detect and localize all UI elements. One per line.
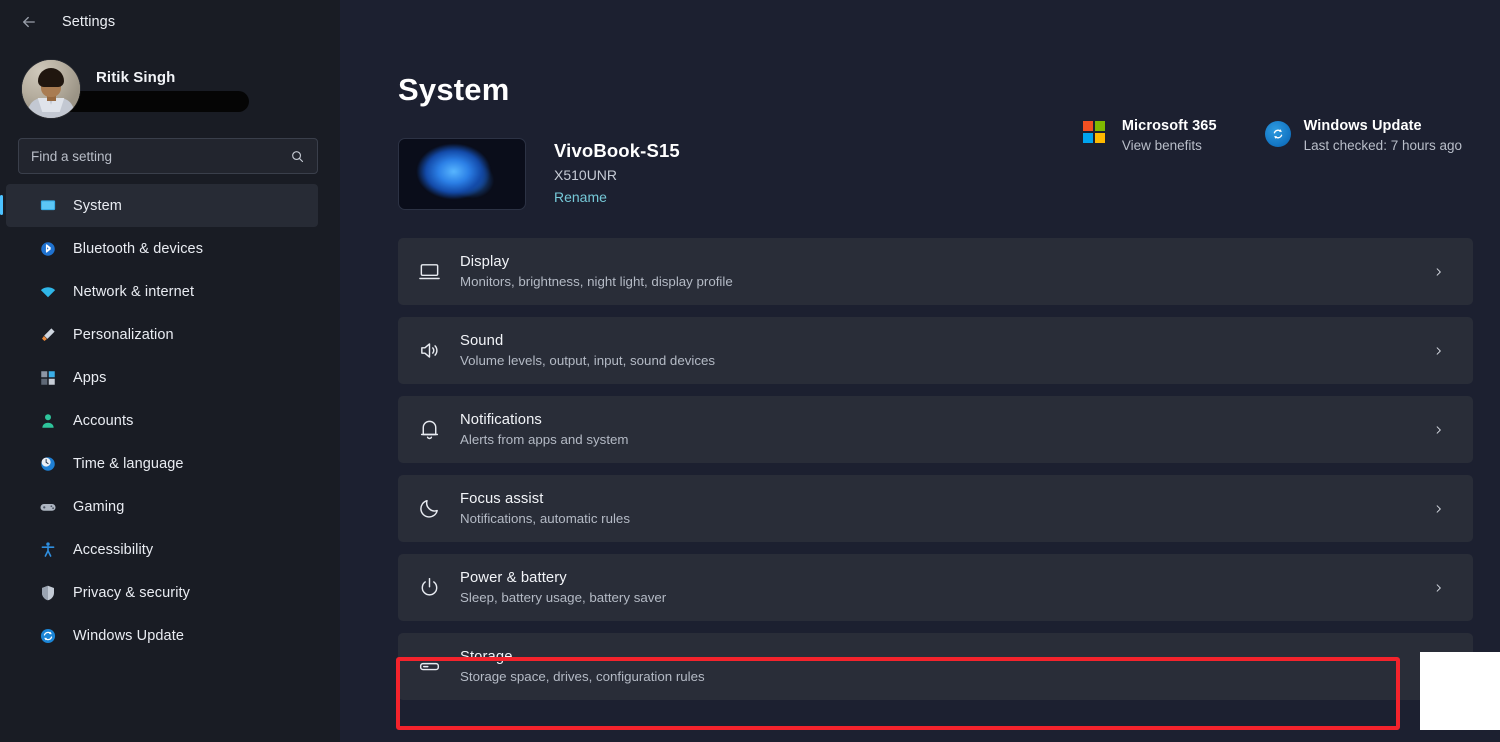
sidebar-item-label: Accessibility <box>73 541 154 558</box>
device-name: VivoBook-S15 <box>554 140 680 161</box>
chevron-right-icon <box>1425 344 1451 358</box>
widget-title: Windows Update <box>1303 118 1422 134</box>
rename-link[interactable]: Rename <box>554 189 680 205</box>
moon-icon <box>398 497 460 520</box>
gamepad-icon <box>38 497 58 517</box>
bell-icon <box>398 418 460 441</box>
widget-subtitle: Last checked: 7 hours ago <box>1303 138 1462 153</box>
accessibility-icon <box>38 540 58 560</box>
row-title: Storage <box>460 649 513 665</box>
row-title: Power & battery <box>460 570 567 586</box>
search-icon[interactable] <box>290 149 305 164</box>
row-subtitle: Monitors, brightness, night light, displ… <box>460 274 733 289</box>
settings-row-sound[interactable]: Sound Volume levels, output, input, soun… <box>398 317 1473 384</box>
sidebar-item-gaming[interactable]: Gaming <box>6 485 318 528</box>
sidebar-item-network-internet[interactable]: Network & internet <box>6 270 318 313</box>
sidebar-item-privacy-security[interactable]: Privacy & security <box>6 571 318 614</box>
sidebar-item-label: Personalization <box>73 326 174 343</box>
settings-row-notifications[interactable]: Notifications Alerts from apps and syste… <box>398 396 1473 463</box>
sidebar-item-label: Apps <box>73 369 107 386</box>
back-arrow-icon[interactable] <box>18 11 40 33</box>
settings-row-power-battery[interactable]: Power & battery Sleep, battery usage, ba… <box>398 554 1473 621</box>
widget-subtitle[interactable]: View benefits <box>1122 138 1217 153</box>
row-subtitle: Volume levels, output, input, sound devi… <box>460 353 716 368</box>
sidebar-item-label: Windows Update <box>73 627 185 644</box>
sync-icon <box>1264 121 1291 147</box>
sidebar-item-time-language[interactable]: Time & language <box>6 442 318 485</box>
chevron-right-icon <box>1425 581 1451 595</box>
sidebar-item-accounts[interactable]: Accounts <box>6 399 318 442</box>
monitor-icon <box>38 196 58 216</box>
windows-update-widget[interactable]: Windows Update Last checked: 7 hours ago <box>1264 118 1462 153</box>
sidebar: Settings Ritik Singh Find a setting Syst… <box>0 0 340 742</box>
apps-grid-icon <box>38 368 58 388</box>
sync-icon <box>38 626 58 646</box>
settings-row-focus-assist[interactable]: Focus assist Notifications, automatic ru… <box>398 475 1473 542</box>
row-subtitle: Sleep, battery usage, battery saver <box>460 590 667 605</box>
row-subtitle: Notifications, automatic rules <box>460 511 630 526</box>
sidebar-item-personalization[interactable]: Personalization <box>6 313 318 356</box>
widget-title: Microsoft 365 <box>1121 118 1217 134</box>
sidebar-item-windows-update[interactable]: Windows Update <box>6 614 318 657</box>
chevron-right-icon <box>1425 265 1451 279</box>
sidebar-item-system[interactable]: System <box>0 184 318 227</box>
sidebar-item-label: System <box>73 197 122 214</box>
bluetooth-icon <box>38 239 58 259</box>
wifi-icon <box>38 282 58 302</box>
power-icon <box>398 576 460 599</box>
row-title: Notifications <box>460 412 542 428</box>
person-icon <box>38 411 58 431</box>
search-input[interactable] <box>31 148 290 164</box>
sidebar-item-accessibility[interactable]: Accessibility <box>6 528 318 571</box>
settings-window: Settings Ritik Singh Find a setting Syst… <box>0 0 1500 742</box>
settings-rows: Display Monitors, brightness, night ligh… <box>340 238 1500 700</box>
settings-row-storage[interactable]: Storage Storage space, drives, configura… <box>398 633 1473 700</box>
row-subtitle: Storage space, drives, configuration rul… <box>460 669 705 684</box>
microsoft-365-widget[interactable]: Microsoft 365 View benefits <box>1082 118 1217 153</box>
shield-icon <box>38 583 58 603</box>
status-widgets: Microsoft 365 View benefits Windows Upda… <box>1082 118 1462 153</box>
row-title: Sound <box>460 333 504 349</box>
page-title: System <box>398 72 510 107</box>
account-card[interactable]: Ritik Singh <box>0 44 340 122</box>
chevron-right-icon <box>1425 423 1451 437</box>
sidebar-item-label: Time & language <box>73 455 184 472</box>
row-subtitle: Alerts from apps and system <box>460 432 629 447</box>
chevron-right-icon <box>1425 502 1451 516</box>
search-container <box>0 122 340 174</box>
avatar <box>22 60 80 118</box>
device-model: X510UNR <box>554 167 618 183</box>
clock-globe-icon <box>38 454 58 474</box>
sidebar-item-label: Privacy & security <box>73 584 191 601</box>
device-summary: VivoBook-S15 X510UNR Rename Microsoft 36… <box>340 108 1500 210</box>
search-box[interactable] <box>18 138 318 174</box>
app-title: Settings <box>62 14 116 30</box>
settings-row-display[interactable]: Display Monitors, brightness, night ligh… <box>398 238 1473 305</box>
sidebar-item-apps[interactable]: Apps <box>6 356 318 399</box>
main-content: System VivoBook-S15 X510UNR Rename Micro… <box>340 0 1500 742</box>
sidebar-item-label: Accounts <box>73 412 134 429</box>
row-title: Focus assist <box>460 491 544 507</box>
sidebar-item-label: Network & internet <box>73 283 195 300</box>
speaker-icon <box>398 339 460 362</box>
sidebar-item-label: Bluetooth & devices <box>73 240 204 257</box>
sidebar-item-label: Gaming <box>73 498 125 515</box>
white-overlay-patch <box>1420 652 1500 730</box>
paintbrush-icon <box>38 325 58 345</box>
title-bar: Settings <box>0 0 340 44</box>
windows-bloom-wallpaper <box>398 138 526 210</box>
drive-icon <box>398 655 460 678</box>
sidebar-nav: System Bluetooth & devices Network & int… <box>0 184 340 657</box>
microsoft-logo-icon <box>1082 121 1109 147</box>
sidebar-item-bluetooth-devices[interactable]: Bluetooth & devices <box>6 227 318 270</box>
row-title: Display <box>460 254 510 270</box>
account-name: Ritik Singh <box>96 68 176 86</box>
monitor-icon <box>398 260 460 283</box>
